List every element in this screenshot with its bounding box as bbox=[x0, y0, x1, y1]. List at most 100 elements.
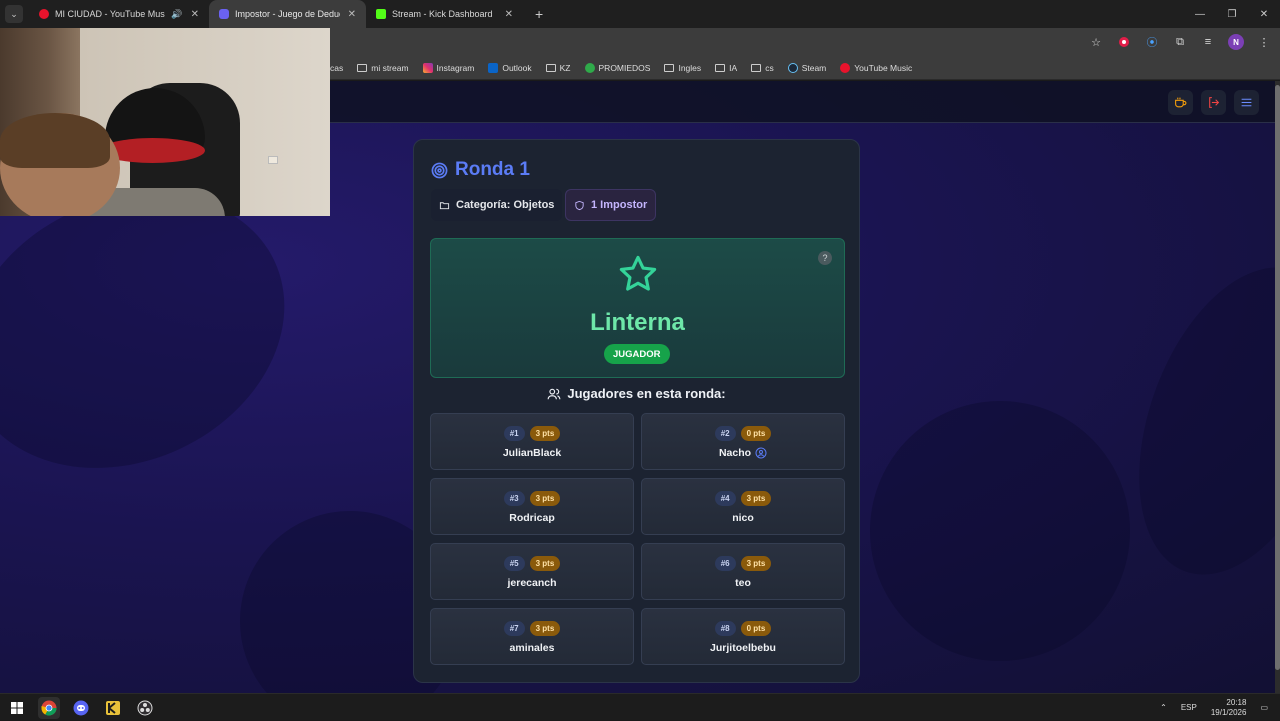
player-card: #4 3 pts nico bbox=[641, 478, 845, 535]
shield-icon bbox=[575, 200, 584, 210]
star-icon bbox=[619, 255, 657, 291]
close-tab-icon[interactable]: ✕ bbox=[505, 9, 513, 20]
profile-avatar[interactable]: N bbox=[1228, 34, 1244, 50]
role-badge: JUGADOR bbox=[604, 344, 670, 364]
webcam-overlay bbox=[0, 28, 330, 216]
bookmark-outlook[interactable]: Outlook bbox=[488, 62, 532, 73]
logout-icon[interactable] bbox=[1201, 90, 1226, 115]
bookmark-label: YouTube Music bbox=[854, 62, 913, 73]
clock[interactable]: 20:18 19/1/2026 bbox=[1211, 698, 1247, 718]
notifications-icon[interactable]: ▭ bbox=[1260, 703, 1268, 712]
restore-icon[interactable]: ❐ bbox=[1216, 0, 1248, 28]
player-card: #6 3 pts teo bbox=[641, 543, 845, 600]
player-number: #6 bbox=[714, 556, 736, 571]
player-points: 3 pts bbox=[740, 491, 772, 506]
instagram-icon bbox=[422, 62, 433, 73]
bookmark-kz[interactable]: KZ bbox=[545, 62, 571, 73]
menu-icon[interactable] bbox=[1234, 90, 1259, 115]
player-number: #7 bbox=[503, 621, 525, 636]
bookmark-star-icon[interactable]: ☆ bbox=[1088, 34, 1104, 50]
extension-record-icon[interactable] bbox=[1116, 34, 1132, 50]
windows-start-icon[interactable] bbox=[6, 697, 28, 719]
player-number: #8 bbox=[714, 621, 736, 636]
bookmark-label: Ingles bbox=[678, 62, 702, 73]
discord-icon[interactable] bbox=[70, 697, 92, 719]
player-points: 3 pts bbox=[740, 556, 772, 571]
player-points: 3 pts bbox=[529, 426, 561, 441]
audio-playing-icon[interactable]: 🔊 bbox=[171, 9, 182, 20]
tab-impostor[interactable]: Impostor - Juego de Deducción ✕ bbox=[209, 0, 366, 28]
extensions-icon[interactable]: ⧉ bbox=[1172, 34, 1188, 50]
player-card: #5 3 pts jerecanch bbox=[430, 543, 634, 600]
folder-icon bbox=[545, 63, 556, 72]
player-card-you: #2 0 pts Nacho bbox=[641, 413, 845, 470]
bookmark-label: KZ bbox=[559, 62, 571, 73]
folder-icon bbox=[357, 63, 368, 72]
player-name: nico bbox=[732, 512, 754, 524]
folder-icon bbox=[439, 201, 450, 209]
tab-title: MI CIUDAD - YouTube Music bbox=[55, 9, 166, 19]
new-tab-button[interactable]: + bbox=[535, 6, 543, 22]
category-label: Categoría: Objetos bbox=[456, 199, 555, 211]
obs-icon[interactable] bbox=[134, 697, 156, 719]
player-points: 3 pts bbox=[529, 621, 561, 636]
player-number: #2 bbox=[714, 426, 736, 441]
clock-time: 20:18 bbox=[1226, 697, 1247, 707]
coffee-icon[interactable] bbox=[1168, 90, 1193, 115]
page-scrollbar[interactable] bbox=[1275, 81, 1280, 693]
bookmark-cs[interactable]: cs bbox=[751, 63, 774, 73]
bookmark-youtube-music[interactable]: YouTube Music bbox=[840, 62, 913, 73]
player-number: #3 bbox=[503, 491, 525, 506]
player-name: Nacho bbox=[718, 447, 752, 459]
language-indicator[interactable]: ESP bbox=[1181, 703, 1197, 712]
help-icon[interactable]: ? bbox=[818, 251, 832, 265]
round-title-text: Ronda 1 bbox=[455, 159, 530, 180]
tab-title: Impostor - Juego de Deducción bbox=[235, 9, 340, 19]
bookmark-ingles[interactable]: Ingles bbox=[664, 63, 701, 73]
player-points: 0 pts bbox=[740, 621, 772, 636]
bookmark-label: Steam bbox=[801, 62, 827, 73]
close-tab-icon[interactable]: ✕ bbox=[191, 9, 199, 20]
steam-icon bbox=[787, 62, 798, 73]
kick-icon[interactable] bbox=[102, 697, 124, 719]
browser-menu-icon[interactable]: ⋮ bbox=[1256, 34, 1272, 50]
tab-youtube-music[interactable]: MI CIUDAD - YouTube Music 🔊 ✕ bbox=[29, 0, 209, 28]
impostor-count-chip: 1 Impostor bbox=[565, 189, 657, 221]
bookmark-label: PROMIEDOS bbox=[598, 62, 651, 73]
bookmark-promiedos[interactable]: PROMIEDOS bbox=[584, 62, 651, 73]
folder-icon bbox=[751, 63, 762, 72]
player-card: #7 3 pts aminales bbox=[430, 608, 634, 665]
bookmark-cas[interactable]: cas bbox=[330, 63, 343, 73]
bookmark-steam[interactable]: Steam bbox=[787, 62, 827, 73]
player-card: #3 3 pts Rodricap bbox=[430, 478, 634, 535]
player-name: aminales bbox=[509, 642, 555, 654]
youtube-music-icon bbox=[840, 62, 851, 73]
close-tab-icon[interactable]: ✕ bbox=[348, 9, 356, 20]
secret-word: Linterna bbox=[590, 309, 685, 336]
chrome-icon[interactable] bbox=[38, 697, 60, 719]
category-chip: Categoría: Objetos bbox=[431, 189, 563, 221]
background-mask-shape bbox=[840, 371, 1160, 691]
player-card: #8 0 pts Jurjitoelbebu bbox=[641, 608, 845, 665]
scrollbar-thumb[interactable] bbox=[1275, 85, 1280, 670]
player-name: Rodricap bbox=[509, 512, 555, 524]
extension-sound-icon[interactable]: ⦿ bbox=[1144, 34, 1160, 50]
bookmark-mi-stream[interactable]: mi stream bbox=[357, 62, 409, 73]
bookmark-label: mi stream bbox=[371, 62, 409, 73]
tray-overflow-icon[interactable]: ⌃ bbox=[1160, 703, 1167, 712]
bookmark-label: cas bbox=[330, 62, 344, 73]
tab-search-button[interactable]: ⌄ bbox=[5, 5, 23, 23]
media-controls-icon[interactable]: ≡ bbox=[1200, 34, 1216, 50]
round-title: Ronda 1 bbox=[431, 159, 530, 181]
player-name: JulianBlack bbox=[502, 447, 562, 459]
tab-kick-dashboard[interactable]: Stream - Kick Dashboard ✕ bbox=[366, 0, 523, 28]
youtube-music-favicon-icon bbox=[39, 9, 49, 19]
folder-icon bbox=[715, 63, 726, 72]
bookmark-ia[interactable]: IA bbox=[715, 63, 737, 73]
bookmark-instagram[interactable]: Instagram bbox=[422, 62, 474, 73]
close-window-icon[interactable]: ✕ bbox=[1248, 0, 1280, 28]
minimize-icon[interactable]: — bbox=[1184, 0, 1216, 28]
player-points: 0 pts bbox=[740, 426, 772, 441]
players-heading-text: Jugadores en esta ronda: bbox=[567, 386, 726, 401]
header-actions bbox=[1168, 90, 1259, 115]
